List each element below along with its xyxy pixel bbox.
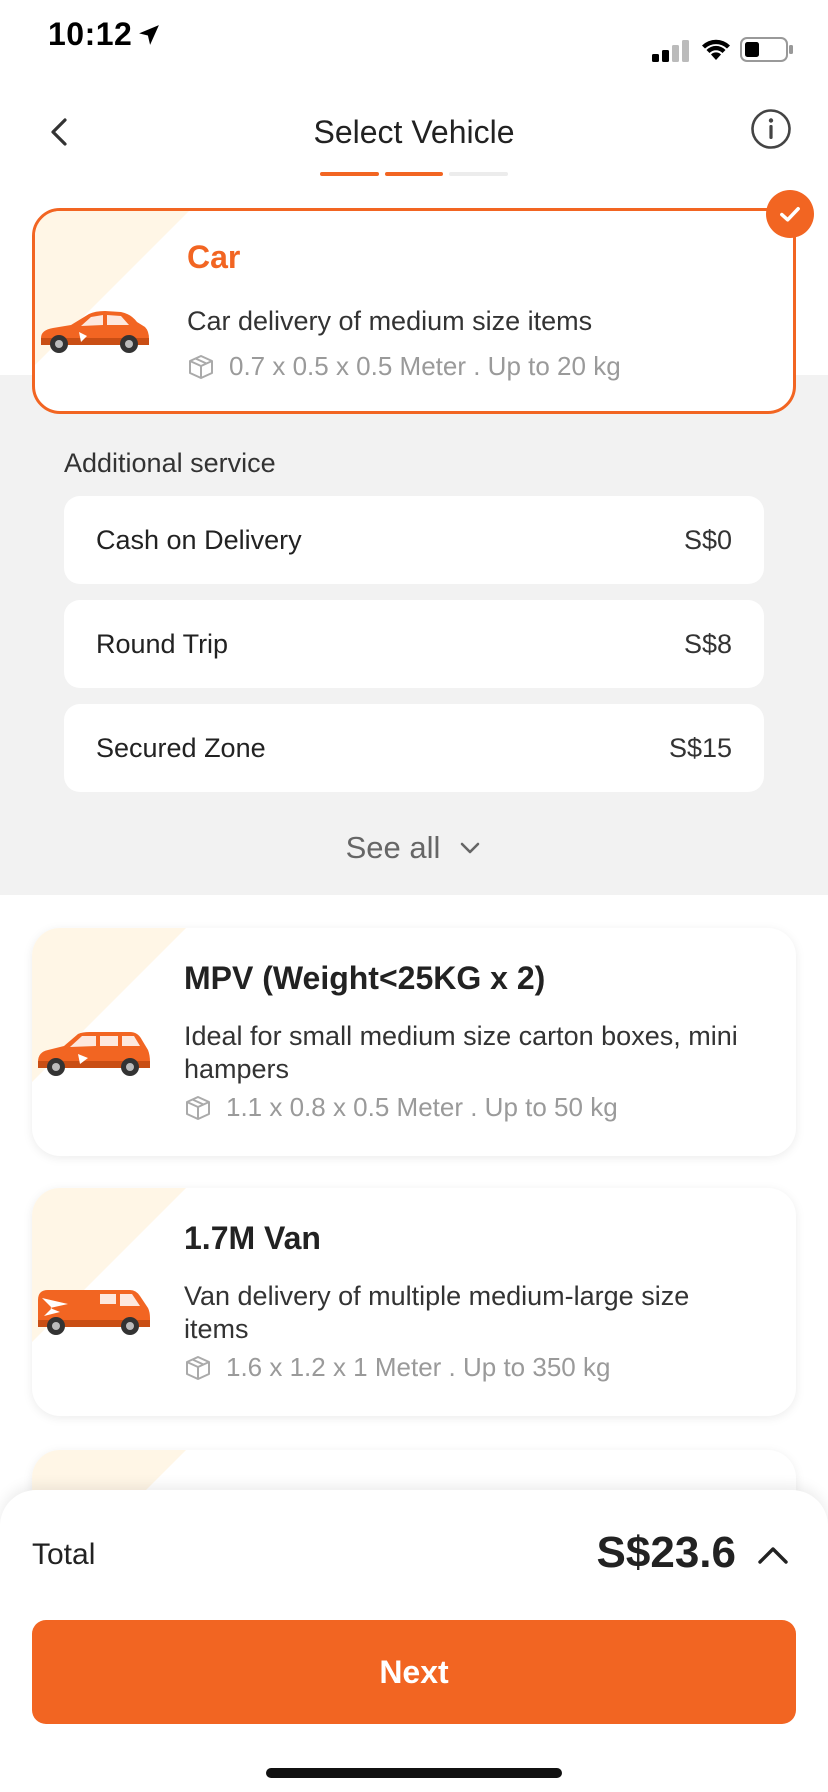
vehicle-spec: 1.1 x 0.8 x 0.5 Meter . Up to 50 kg [184, 1092, 618, 1123]
vehicle-name: 1.7M Van [184, 1220, 321, 1256]
box-icon [189, 354, 213, 379]
wifi-icon [702, 39, 730, 60]
home-indicator [266, 1768, 562, 1778]
vehicle-spec: 1.6 x 1.2 x 1 Meter . Up to 350 kg [184, 1352, 610, 1383]
service-name: Secured Zone [96, 732, 266, 763]
total-value[interactable]: S$23.6 [597, 1528, 736, 1578]
chevron-down-icon [461, 842, 480, 854]
car-icon [41, 311, 149, 353]
vehicle-card-van[interactable]: 1.7M Van Van delivery of multiple medium… [32, 1188, 796, 1416]
service-name: Cash on Delivery [96, 524, 302, 555]
box-icon [186, 1355, 210, 1380]
vehicle-name: Car [187, 239, 241, 275]
service-cash-on-delivery[interactable]: Cash on Delivery S$0 [64, 496, 764, 584]
vehicle-spec-text: 1.1 x 0.8 x 0.5 Meter . Up to 50 kg [226, 1092, 618, 1122]
next-button[interactable]: Next [32, 1620, 796, 1724]
vehicle-description: Van delivery of multiple medium-large si… [184, 1281, 690, 1344]
mpv-icon [38, 1032, 150, 1076]
battery-icon [740, 37, 793, 62]
vehicle-spec-text: 1.6 x 1.2 x 1 Meter . Up to 350 kg [226, 1352, 611, 1382]
step-1 [320, 172, 379, 176]
additional-service-label: Additional service [64, 448, 276, 478]
total-label: Total [32, 1538, 96, 1571]
vehicle-description: Ideal for small medium size carton boxes… [184, 1021, 738, 1084]
status-bar: 10:12 [0, 0, 828, 80]
step-progress [320, 172, 509, 176]
box-icon [186, 1095, 210, 1120]
service-round-trip[interactable]: Round Trip S$8 [64, 600, 764, 688]
vehicle-spec: 0.7 x 0.5 x 0.5 Meter . Up to 20 kg [187, 351, 621, 382]
see-all-button[interactable]: See all [0, 830, 828, 866]
page-title: Select Vehicle [313, 114, 515, 150]
cellular-signal-icon [652, 40, 689, 62]
service-price: S$0 [683, 524, 732, 555]
vehicle-card-car[interactable]: Car Car delivery of medium size items 0.… [32, 208, 796, 414]
selected-check-icon [766, 190, 814, 238]
header: Select Vehicle [0, 90, 828, 180]
chevron-up-icon[interactable] [756, 1544, 790, 1566]
service-price: S$15 [668, 732, 732, 763]
vehicle-spec-text: 0.7 x 0.5 x 0.5 Meter . Up to 20 kg [229, 351, 621, 381]
service-secured-zone[interactable]: Secured Zone S$15 [64, 704, 764, 792]
vehicle-card-mpv[interactable]: MPV (Weight<25KG x 2) Ideal for small me… [32, 928, 796, 1156]
total-bottom-sheet: Total S$23.6 Next [0, 1490, 828, 1792]
status-time: 10:12 [48, 16, 133, 52]
info-icon[interactable] [750, 108, 792, 150]
service-name: Round Trip [96, 628, 229, 659]
vehicle-name: MPV (Weight<25KG x 2) [184, 960, 546, 996]
step-3 [449, 172, 509, 176]
van-icon [38, 1290, 150, 1335]
location-arrow-icon [139, 25, 159, 45]
vehicle-description: Car delivery of medium size items [187, 306, 593, 336]
step-2 [384, 172, 444, 176]
service-price: S$8 [683, 628, 732, 659]
see-all-label: See all [345, 830, 441, 865]
